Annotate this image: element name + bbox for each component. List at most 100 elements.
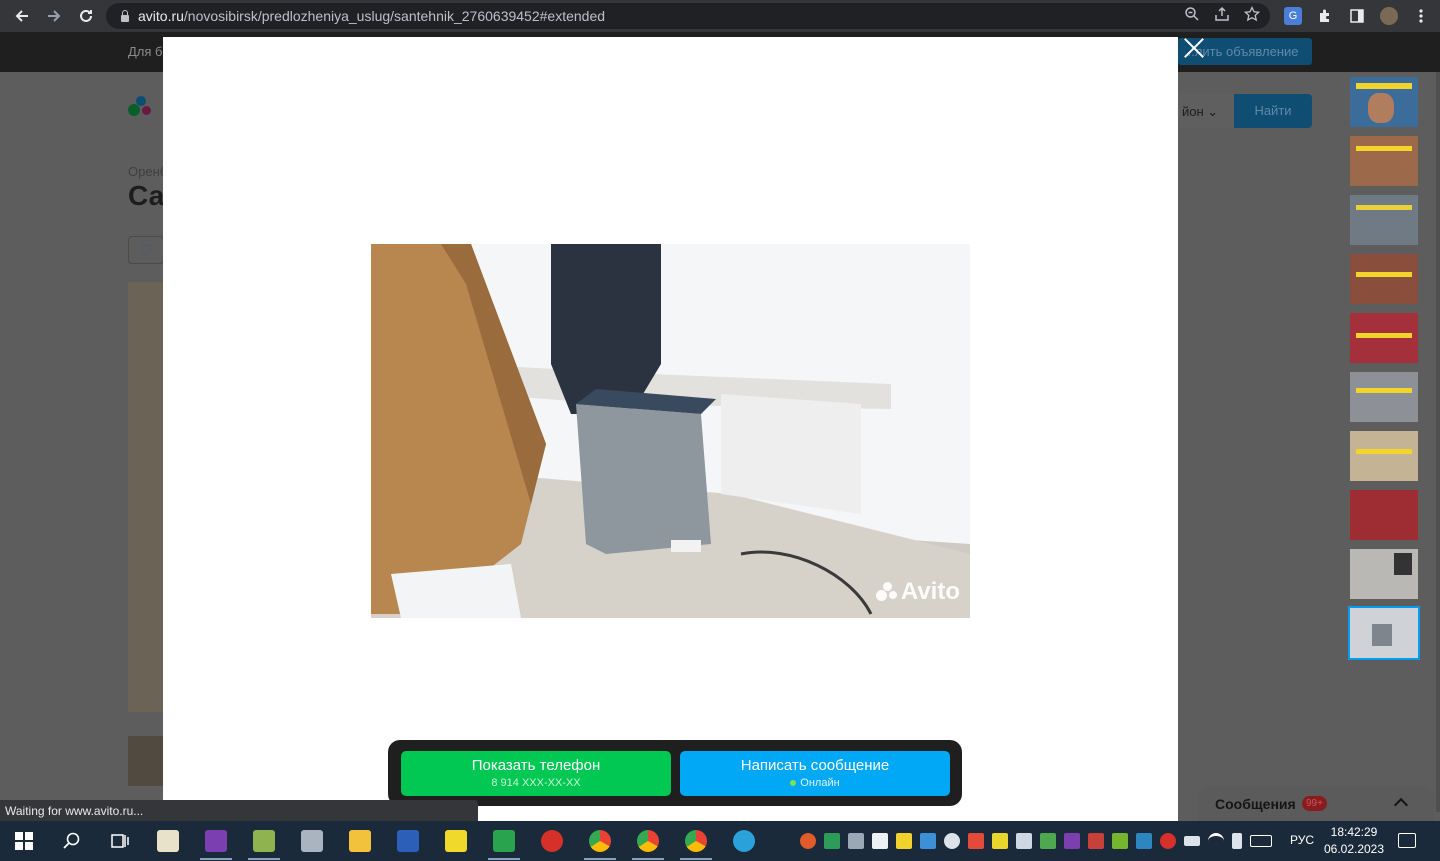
battery-icon[interactable] (1184, 836, 1200, 846)
tray-notes-icon[interactable] (896, 833, 912, 849)
tray-window-icon[interactable] (1016, 833, 1032, 849)
extensions-puzzle-icon[interactable] (1316, 7, 1334, 25)
breadcrumb[interactable]: Оренб (128, 164, 167, 179)
find-button[interactable]: Найти (1234, 94, 1312, 128)
notes-app-icon[interactable] (240, 821, 288, 861)
profile-avatar[interactable] (1380, 7, 1398, 25)
tray-onenote-icon[interactable] (1064, 833, 1080, 849)
region-select[interactable]: йон ⌄ (1178, 94, 1234, 128)
thumbnail[interactable] (1350, 490, 1418, 540)
region-label: йон (1182, 104, 1204, 119)
omnibox-actions (1184, 5, 1261, 26)
thumbnail[interactable] (1350, 195, 1418, 245)
url-host: avito.ru (138, 8, 184, 24)
windows-start-icon[interactable] (0, 821, 48, 861)
address-bar[interactable]: avito.ru/novosibirsk/predlozheniya_uslug… (106, 3, 1270, 29)
keyboard-icon[interactable] (1250, 835, 1272, 847)
online-status-text: Онлайн (800, 777, 840, 789)
sticky-notes-icon[interactable] (432, 821, 480, 861)
side-panel-icon[interactable] (1348, 7, 1366, 25)
watermark-text: Avito (900, 578, 960, 605)
url-path: /novosibirsk/predlozheniya_uslug/santehn… (183, 8, 606, 24)
seller-online-status: Онлайн (680, 777, 950, 789)
wifi-icon[interactable] (1208, 833, 1224, 849)
tray-browser-icon[interactable] (800, 833, 816, 849)
tray-monitor-icon[interactable] (848, 833, 864, 849)
contact-action-bar: Показать телефон 8 914 XXX-XX-XX Написат… (388, 740, 962, 806)
thumbnail[interactable] (1350, 254, 1418, 304)
chrome-profile-2-icon[interactable] (624, 821, 672, 861)
tray-snip-icon[interactable] (920, 833, 936, 849)
listing-photo[interactable] (128, 282, 164, 712)
avito-logo[interactable] (128, 96, 158, 120)
file-explorer-icon[interactable] (336, 821, 384, 861)
favorite-heart-icon[interactable]: ♡ (128, 236, 164, 264)
task-view-icon[interactable] (96, 821, 144, 861)
tray-app-icon[interactable] (968, 833, 984, 849)
lock-icon[interactable] (120, 10, 130, 22)
show-phone-button[interactable]: Показать телефон 8 914 XXX-XX-XX (401, 751, 671, 796)
tray-fx-icon[interactable] (1136, 833, 1152, 849)
translate-extension-icon[interactable]: G (1284, 7, 1302, 25)
browser-status-bar: Waiting for www.avito.ru... (0, 800, 478, 822)
write-message-button[interactable]: Написать сообщение Онлайн (680, 751, 950, 796)
menu-kebab-icon[interactable] (1412, 7, 1430, 25)
system-tray (800, 821, 1272, 861)
thumbnail[interactable] (1350, 136, 1418, 186)
telegram-app-icon[interactable] (720, 821, 768, 861)
show-phone-label: Показать телефон (471, 757, 601, 774)
tray-green-icon[interactable] (1040, 833, 1056, 849)
chevron-up-icon[interactable] (1393, 797, 1409, 813)
thumbnail-active[interactable] (1348, 606, 1420, 660)
bookmark-star-icon[interactable] (1243, 5, 1261, 26)
tray-check-icon[interactable] (992, 833, 1008, 849)
photo-illustration (371, 244, 970, 618)
windows-taskbar: РУС 18:42:29 06.02.2023 (0, 821, 1440, 861)
avito-logo-icon (875, 582, 898, 602)
chrome-profile-3-icon[interactable] (672, 821, 720, 861)
onenote-app-icon[interactable] (192, 821, 240, 861)
chrome-app-icon[interactable] (576, 821, 624, 861)
thumbnail[interactable] (1350, 372, 1418, 422)
word-app-icon[interactable] (384, 821, 432, 861)
seller-avatar[interactable] (128, 736, 164, 786)
share-icon[interactable] (1214, 6, 1230, 26)
thumbnail[interactable] (1350, 549, 1418, 599)
back-icon[interactable] (6, 0, 38, 32)
url-text[interactable]: avito.ru/novosibirsk/predlozheniya_uslug… (138, 8, 605, 24)
chevron-down-icon: ⌄ (1207, 104, 1219, 119)
scrollbar[interactable] (1436, 72, 1440, 812)
tray-block-icon[interactable] (944, 833, 960, 849)
sheets-app-icon[interactable] (480, 821, 528, 861)
yandex-browser-icon[interactable] (528, 821, 576, 861)
listing-title: Са (128, 180, 165, 211)
zoom-icon[interactable] (1184, 6, 1200, 26)
tray-yandex-icon[interactable] (1160, 833, 1176, 849)
reload-icon[interactable] (70, 0, 102, 32)
thumbnail[interactable] (1350, 313, 1418, 363)
tray-red-icon[interactable] (1088, 833, 1104, 849)
system-clock[interactable]: 18:42:29 06.02.2023 (1322, 824, 1386, 858)
tray-shield-icon[interactable] (824, 833, 840, 849)
gallery-main-photo[interactable]: Avito (371, 244, 970, 618)
messages-badge: 99+ (1302, 796, 1327, 811)
thumbnail[interactable] (1350, 77, 1418, 127)
forward-icon[interactable] (38, 0, 70, 32)
clock-date: 06.02.2023 (1323, 842, 1385, 856)
write-message-label: Написать сообщение (740, 757, 890, 774)
messages-widget[interactable]: Сообщения 99+ (1198, 786, 1434, 826)
utility-app-icon[interactable] (288, 821, 336, 861)
notifications-icon[interactable] (1398, 833, 1416, 848)
tray-nvidia-icon[interactable] (1112, 833, 1128, 849)
notepad-app-icon[interactable] (144, 821, 192, 861)
thumbnail[interactable] (1350, 431, 1418, 481)
input-language[interactable]: РУС (1290, 833, 1314, 847)
volume-icon[interactable] (1232, 833, 1242, 849)
topbar-text: Для б (128, 44, 163, 59)
tray-document-icon[interactable] (872, 833, 888, 849)
avito-watermark: Avito (875, 578, 960, 606)
messages-label: Сообщения (1215, 796, 1296, 812)
close-icon[interactable] (1182, 36, 1206, 60)
thumbnail-strip (1348, 77, 1420, 660)
search-icon[interactable] (48, 821, 96, 861)
